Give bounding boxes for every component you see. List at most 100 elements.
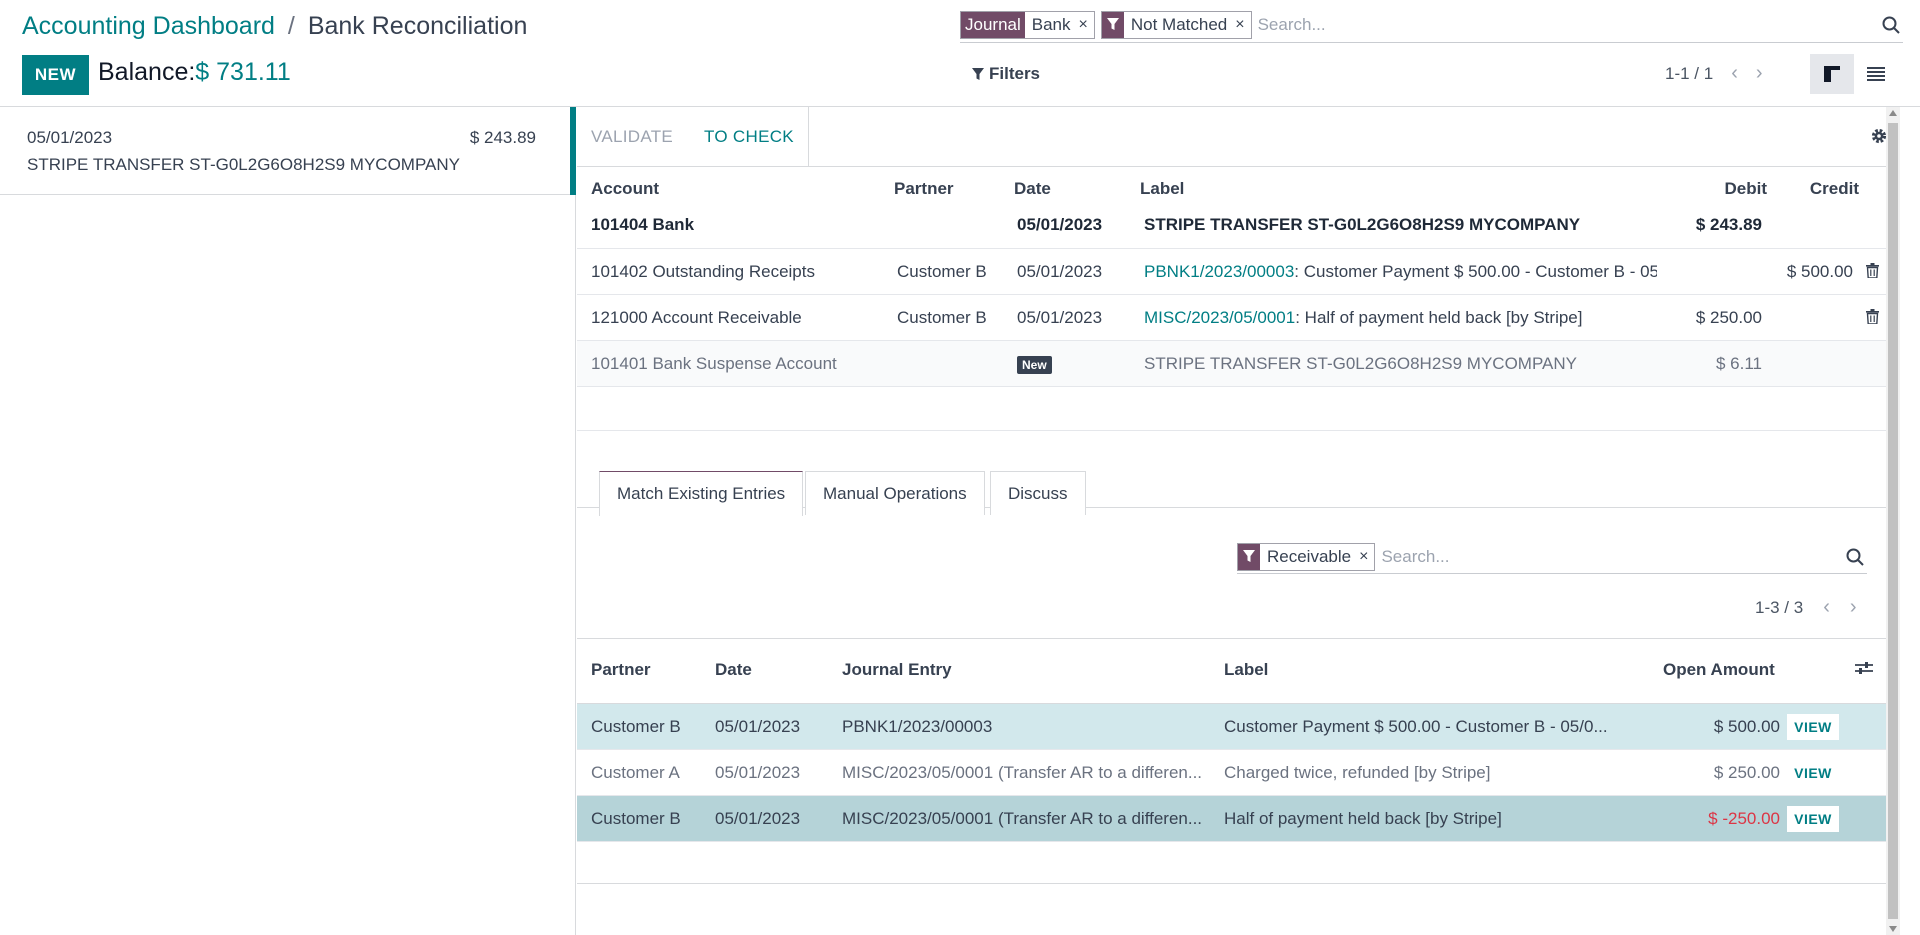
column-header-open-amount[interactable]: Open Amount: [1663, 660, 1775, 680]
tab-discuss[interactable]: Discuss: [990, 471, 1086, 515]
journal-entry-cell: MISC/2023/05/0001 (Transfer AR to a diff…: [842, 763, 1203, 782]
amount-cell: $ -250.00: [1708, 809, 1780, 828]
statement-lines-panel: 05/01/2023 $ 243.89 STRIPE TRANSFER ST-G…: [0, 107, 576, 935]
column-header-date: Date: [1014, 179, 1051, 198]
table-row[interactable]: Customer B 05/01/2023 MISC/2023/05/0001 …: [577, 796, 1892, 842]
control-panel: Accounting Dashboard / Bank Reconciliati…: [0, 0, 1920, 107]
divider: [577, 883, 1892, 884]
date-cell: 05/01/2023: [715, 717, 801, 736]
breadcrumb-parent-link[interactable]: Accounting Dashboard: [22, 12, 275, 40]
date-cell: 05/01/2023: [1017, 262, 1103, 281]
debit-cell: $ 243.89: [1695, 215, 1762, 234]
table-row[interactable]: Customer B 05/01/2023 PBNK1/2023/00003 C…: [577, 704, 1892, 750]
facet-value: Not Matched: [1123, 11, 1234, 38]
pager-value[interactable]: 1-3 / 3: [1755, 598, 1803, 618]
account-cell: 101402 Outstanding Receipts: [591, 262, 815, 281]
chevron-right-icon[interactable]: ›: [1756, 62, 1763, 85]
to-check-button[interactable]: TO CHECK: [704, 127, 794, 147]
column-header-label[interactable]: Label: [1224, 660, 1268, 680]
remove-facet-icon[interactable]: ×: [1076, 11, 1094, 38]
tab-manual-operations[interactable]: Manual Operations: [805, 471, 985, 515]
date-cell: 05/01/2023: [715, 809, 801, 828]
view-switcher: [1810, 54, 1898, 94]
journal-entry-link[interactable]: MISC/2023/05/0001: [1144, 308, 1295, 327]
label-cell: Half of payment held back [by Stripe]: [1224, 809, 1502, 828]
facet-value: Receivable: [1260, 543, 1358, 570]
search-icon[interactable]: [1843, 545, 1867, 569]
optional-columns-icon[interactable]: [1855, 660, 1873, 681]
view-button[interactable]: VIEW: [1787, 714, 1839, 740]
chevron-right-icon[interactable]: ›: [1850, 596, 1857, 619]
amount-cell: $ 500.00: [1713, 717, 1780, 736]
label-cell: Customer Payment $ 500.00 - Customer B -…: [1224, 717, 1608, 736]
filter-icon: [1101, 11, 1124, 38]
chevron-left-icon[interactable]: ‹: [1823, 596, 1830, 619]
new-badge: New: [1017, 354, 1052, 374]
trash-icon[interactable]: [1866, 263, 1879, 283]
breadcrumb-separator: /: [287, 12, 295, 40]
account-cell: 101401 Bank Suspense Account: [591, 354, 837, 373]
column-header-partner[interactable]: Partner: [591, 660, 651, 680]
trash-icon[interactable]: [1866, 309, 1879, 329]
match-search-input[interactable]: [1381, 546, 1843, 567]
label-cell: STRIPE TRANSFER ST-G0L2G6O8H2S9 MYCOMPAN…: [1144, 215, 1581, 234]
amount-cell: $ 250.00: [1713, 763, 1780, 782]
balance-display: Balance:$ 731.11: [98, 58, 291, 87]
search-icon[interactable]: [1879, 13, 1903, 37]
scrollbar-thumb[interactable]: [1888, 123, 1898, 919]
scroll-down-icon[interactable]: [1889, 926, 1897, 932]
column-header-journal-entry[interactable]: Journal Entry: [842, 660, 952, 680]
list-view-button[interactable]: [1854, 54, 1898, 94]
table-header: Account Partner Date Label Debit Credit: [577, 167, 1900, 207]
action-bar: VALIDATE TO CHECK: [577, 107, 1900, 167]
facet-label: Journal: [961, 11, 1025, 38]
vertical-scrollbar[interactable]: [1886, 107, 1900, 935]
remove-facet-icon[interactable]: ×: [1233, 11, 1251, 38]
journal-entry-cell: PBNK1/2023/00003: [842, 717, 993, 736]
breadcrumb: Accounting Dashboard / Bank Reconciliati…: [22, 12, 527, 41]
label-cell: PBNK1/2023/00003: Customer Payment $ 500…: [1144, 262, 1657, 282]
scroll-up-icon[interactable]: [1889, 110, 1897, 116]
remove-facet-icon[interactable]: ×: [1357, 543, 1375, 570]
filters-button[interactable]: Filters: [972, 64, 1040, 84]
chevron-left-icon[interactable]: ‹: [1731, 62, 1738, 85]
notebook-tabs: Match Existing Entries Manual Operations…: [577, 464, 1900, 516]
match-pager: 1-3 / 3 ‹ ›: [1755, 596, 1857, 619]
validate-button[interactable]: VALIDATE: [591, 127, 673, 147]
account-cell: 121000 Account Receivable: [591, 308, 802, 327]
search-facet-receivable[interactable]: Receivable ×: [1237, 542, 1376, 571]
account-cell: 101404 Bank: [591, 215, 695, 234]
bank-line-row[interactable]: 101404 Bank 05/01/2023 STRIPE TRANSFER S…: [577, 207, 1900, 249]
column-header-partner: Partner: [894, 179, 954, 198]
kanban-view-button[interactable]: [1810, 54, 1854, 94]
suspense-line-row[interactable]: 101401 Bank Suspense Account New STRIPE …: [577, 341, 1900, 387]
statement-line-date: 05/01/2023: [27, 128, 113, 147]
tab-match-existing-entries[interactable]: Match Existing Entries: [599, 471, 804, 516]
partner-cell: Customer B: [591, 809, 681, 828]
active-indicator: [570, 107, 576, 195]
journal-line-row[interactable]: 101402 Outstanding Receipts Customer B 0…: [577, 249, 1900, 295]
date-cell: 05/01/2023: [1017, 308, 1103, 327]
search-facet-filter[interactable]: Not Matched ×: [1100, 10, 1252, 39]
divider: [808, 107, 809, 167]
credit-cell: $ 500.00: [1786, 262, 1853, 281]
journal-line-row[interactable]: 121000 Account Receivable Customer B 05/…: [577, 295, 1900, 341]
statement-line-card[interactable]: 05/01/2023 $ 243.89 STRIPE TRANSFER ST-G…: [0, 107, 576, 195]
new-button[interactable]: NEW: [22, 55, 89, 95]
pager-value[interactable]: 1-1 / 1: [1665, 64, 1713, 84]
pager: 1-1 / 1 ‹ ›: [1665, 62, 1763, 85]
balance-amount: $ 731.11: [195, 58, 291, 86]
journal-entry-link[interactable]: PBNK1/2023/00003: [1144, 262, 1294, 281]
date-cell: 05/01/2023: [1017, 215, 1103, 234]
statement-line-amount: $ 243.89: [469, 128, 536, 147]
search-input[interactable]: [1257, 14, 1879, 35]
view-button[interactable]: VIEW: [1787, 760, 1839, 786]
table-row[interactable]: Customer A 05/01/2023 MISC/2023/05/0001 …: [577, 750, 1892, 796]
search-facet-journal[interactable]: Journal Bank ×: [960, 10, 1095, 39]
filter-icon: [972, 67, 984, 80]
column-header-date[interactable]: Date: [715, 660, 752, 680]
label-cell: STRIPE TRANSFER ST-G0L2G6O8H2S9 MYCOMPAN…: [1144, 354, 1577, 373]
search-bar: Journal Bank × Not Matched ×: [960, 7, 1903, 43]
list-view-icon: [1867, 67, 1885, 81]
view-button[interactable]: VIEW: [1787, 806, 1839, 832]
